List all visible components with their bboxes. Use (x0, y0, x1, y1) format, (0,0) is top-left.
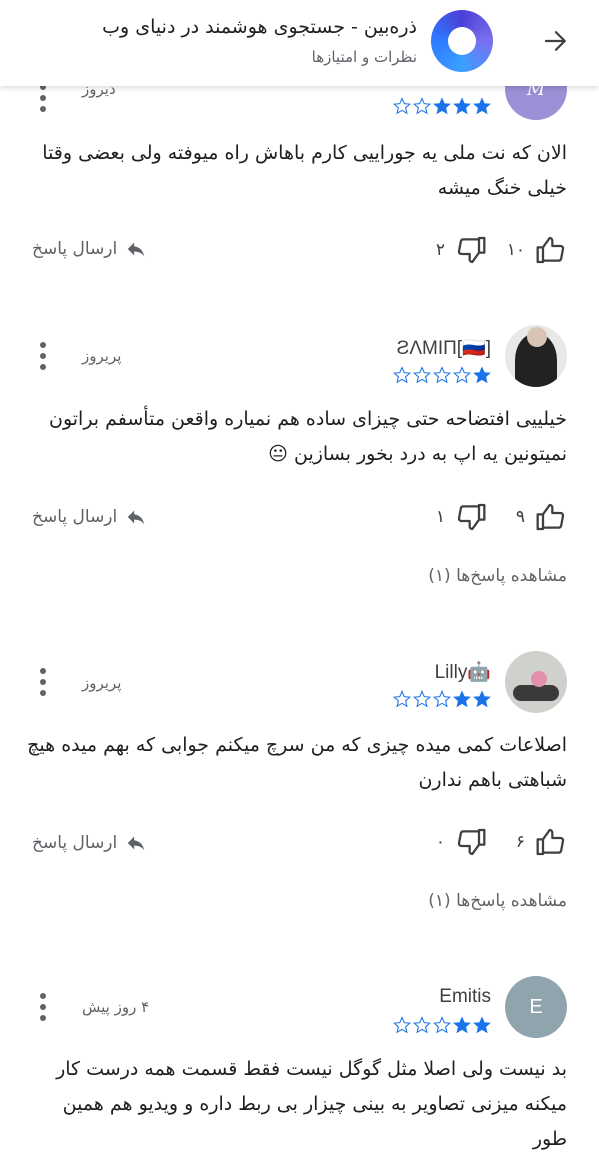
reply-label: ارسال پاسخ (32, 833, 118, 853)
review-author: Emitis (439, 986, 491, 1007)
star-rating (393, 690, 491, 708)
dislike-count: ۱ (435, 507, 445, 527)
review-author: ƧΛMIП[🇷🇺] (396, 338, 491, 359)
reply-button[interactable]: ارسال پاسخ (32, 238, 147, 260)
review-text: بد نیست ولی اصلا مثل گوگل نیست فقط قسمت … (56, 1058, 567, 1150)
dislike-count: ۲ (435, 240, 445, 260)
star-empty-icon (393, 366, 411, 384)
star-empty-icon (393, 690, 411, 708)
app-logo-icon (431, 10, 493, 72)
star-icon (453, 690, 471, 708)
review-text: اصلاعات کمی میده چیزی که من سرچ میکنم جو… (27, 734, 567, 791)
view-replies-link[interactable]: مشاهده پاسخ‌ها (۱) (428, 891, 567, 911)
dislike-button[interactable]: ۲ (436, 234, 487, 266)
like-button[interactable]: ۶ (516, 826, 567, 858)
review-author: Lilly🤖 (434, 662, 491, 683)
star-empty-icon (433, 366, 451, 384)
more-vert-icon[interactable] (36, 993, 50, 1025)
star-icon (473, 690, 491, 708)
view-replies-link[interactable]: مشاهده پاسخ‌ها (۱) (428, 566, 567, 586)
app-title: ذره‌بین - جستجوی هوشمند در دنیای وب (102, 16, 417, 38)
review-date: پریروز (82, 674, 122, 692)
avatar[interactable]: E (505, 976, 567, 1038)
star-empty-icon (393, 1016, 411, 1034)
review-date: ۴ روز پیش (82, 998, 150, 1016)
star-empty-icon (393, 97, 411, 115)
star-rating (393, 97, 491, 115)
avatar[interactable] (505, 325, 567, 387)
like-count: ۶ (515, 832, 525, 852)
star-icon (453, 97, 471, 115)
like-count: ۹ (515, 507, 525, 527)
more-vert-icon[interactable] (36, 84, 50, 116)
like-button[interactable]: ۹ (516, 501, 567, 533)
dislike-count: ۰ (435, 832, 445, 852)
reply-icon (128, 836, 145, 851)
reply-icon (128, 510, 145, 525)
star-icon (473, 1016, 491, 1034)
thumbs-up-icon[interactable] (535, 234, 567, 266)
star-icon (473, 366, 491, 384)
more-vert-icon[interactable] (36, 668, 50, 700)
page-subtitle: نظرات و امتیازها (311, 48, 417, 66)
reply-label: ارسال پاسخ (32, 507, 118, 527)
star-icon (433, 97, 451, 115)
avatar-letter: E (529, 995, 543, 1018)
star-empty-icon (413, 690, 431, 708)
thumbs-down-icon[interactable] (455, 234, 487, 266)
review-text: خیلییی افتضاحه حتی چیزای ساده هم نمیاره … (48, 408, 567, 465)
avatar[interactable] (505, 651, 567, 713)
star-empty-icon (413, 97, 431, 115)
like-count: ۱۰ (506, 240, 525, 260)
review-date: پریروز (82, 347, 122, 365)
star-empty-icon (413, 1016, 431, 1034)
more-vert-icon[interactable] (36, 342, 50, 374)
reply-button[interactable]: ارسال پاسخ (32, 832, 147, 854)
reply-button[interactable]: ارسال پاسخ (32, 506, 147, 528)
reply-icon (128, 242, 145, 257)
star-rating (393, 1016, 491, 1034)
thumbs-down-icon[interactable] (455, 826, 487, 858)
star-empty-icon (433, 1016, 451, 1034)
thumbs-down-icon[interactable] (455, 501, 487, 533)
review-text: الان که نت ملی یه جوراییی کارم باهاش راه… (42, 142, 567, 199)
star-rating (393, 366, 491, 384)
app-header: ذره‌بین - جستجوی هوشمند در دنیای وب نظرا… (0, 0, 599, 86)
star-empty-icon (433, 690, 451, 708)
thumbs-up-icon[interactable] (535, 826, 567, 858)
reply-label: ارسال پاسخ (32, 239, 118, 259)
star-icon (453, 1016, 471, 1034)
thumbs-up-icon[interactable] (535, 501, 567, 533)
arrow-back-icon[interactable] (541, 26, 571, 56)
star-empty-icon (453, 366, 471, 384)
star-icon (473, 97, 491, 115)
dislike-button[interactable]: ۱ (436, 501, 487, 533)
star-empty-icon (413, 366, 431, 384)
dislike-button[interactable]: ۰ (436, 826, 487, 858)
like-button[interactable]: ۱۰ (507, 234, 567, 266)
